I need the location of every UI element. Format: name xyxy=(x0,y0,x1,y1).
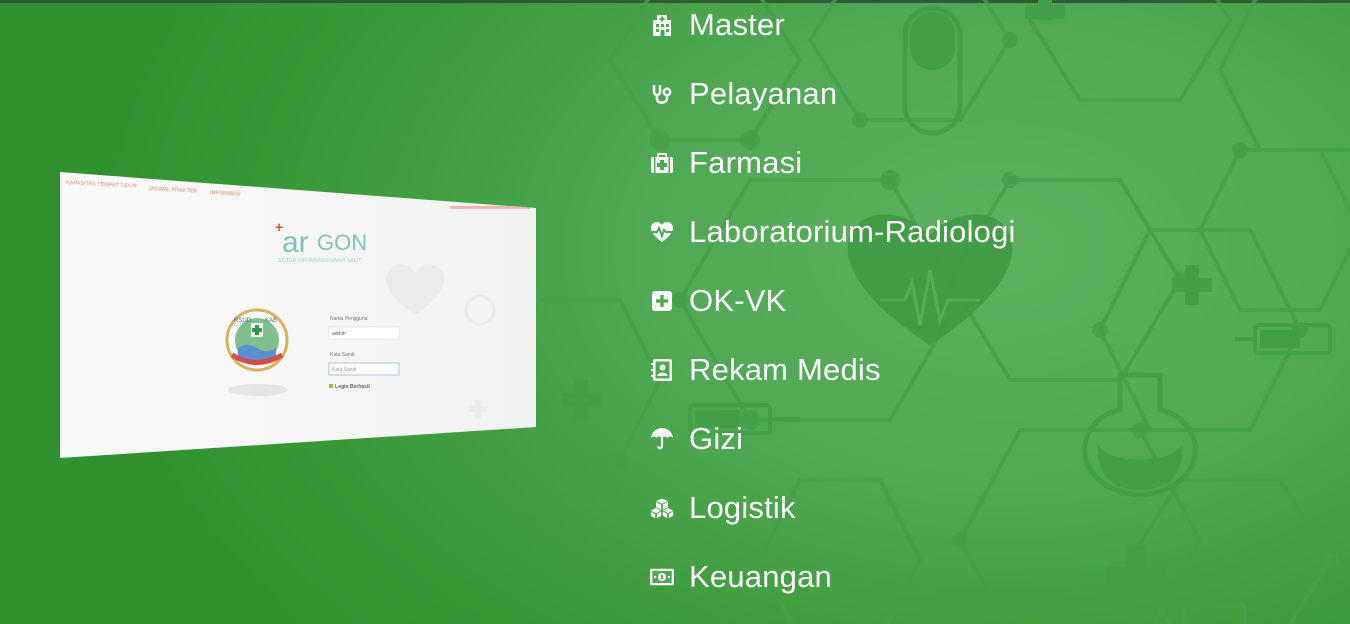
preview-username-label: Nama Pengguna xyxy=(330,316,368,322)
menu-item-label: Gizi xyxy=(689,421,744,456)
preview-brand-name-lower: ar xyxy=(282,226,309,259)
hospital-icon xyxy=(650,13,674,37)
menu-item-ok-vk[interactable]: OK-VK xyxy=(650,279,786,323)
address-book-icon xyxy=(650,358,674,382)
menu-item-gizi[interactable]: Gizi xyxy=(650,417,743,461)
heartbeat-icon xyxy=(650,220,674,244)
stethoscope-icon xyxy=(650,82,674,106)
preview-login-button: Login Berhasil xyxy=(335,384,370,390)
menu-item-label: Rekam Medis xyxy=(689,352,881,387)
menu-item-keuangan[interactable]: Keuangan xyxy=(650,555,832,599)
plus-square-icon xyxy=(650,289,674,313)
menu-item-label: Logistik xyxy=(689,490,796,525)
menu-item-rekam-medis[interactable]: Rekam Medis xyxy=(650,348,881,392)
menu-item-label: Pelayanan xyxy=(689,76,838,111)
medical-background-pattern xyxy=(520,0,1350,624)
menu-item-label: Farmasi xyxy=(689,145,803,180)
menu-item-pelayanan[interactable]: Pelayanan xyxy=(650,72,837,116)
preview-username-field: admin xyxy=(332,331,346,337)
menu-item-logistik[interactable]: Logistik xyxy=(650,486,796,530)
preview-brand-tagline: SISTEM INFORMASI RUMAH SAKIT xyxy=(278,258,361,264)
login-preview-card: KAPASITAS TEMPAT TIDUR JADWAL PRAKTEK IN… xyxy=(60,172,536,458)
preview-password-field: Kata Sandi xyxy=(332,367,356,373)
menu-item-farmasi[interactable]: Farmasi xyxy=(650,141,802,185)
menu-item-label: OK-VK xyxy=(689,283,787,318)
menu-item-label: Master xyxy=(689,7,785,42)
money-icon xyxy=(650,565,674,589)
preview-password-label: Kata Sandi xyxy=(330,352,354,358)
menu-item-laboratorium-radiologi[interactable]: Laboratorium-Radiologi xyxy=(650,210,1016,254)
preview-brand-name-upper: GON xyxy=(317,230,367,255)
app-login-preview: KAPASITAS TEMPAT TIDUR JADWAL PRAKTEK IN… xyxy=(60,170,540,470)
preview-seal-text-right: KAB xyxy=(265,318,277,324)
preview-seal-text-left: RSUD xyxy=(234,318,252,324)
menu-item-master[interactable]: Master xyxy=(650,3,785,47)
umbrella-icon xyxy=(650,427,674,451)
menu-item-label: Laboratorium-Radiologi xyxy=(689,214,1016,249)
menu-item-label: Keuangan xyxy=(689,559,832,594)
medkit-icon xyxy=(650,151,674,175)
cubes-icon xyxy=(650,496,674,520)
